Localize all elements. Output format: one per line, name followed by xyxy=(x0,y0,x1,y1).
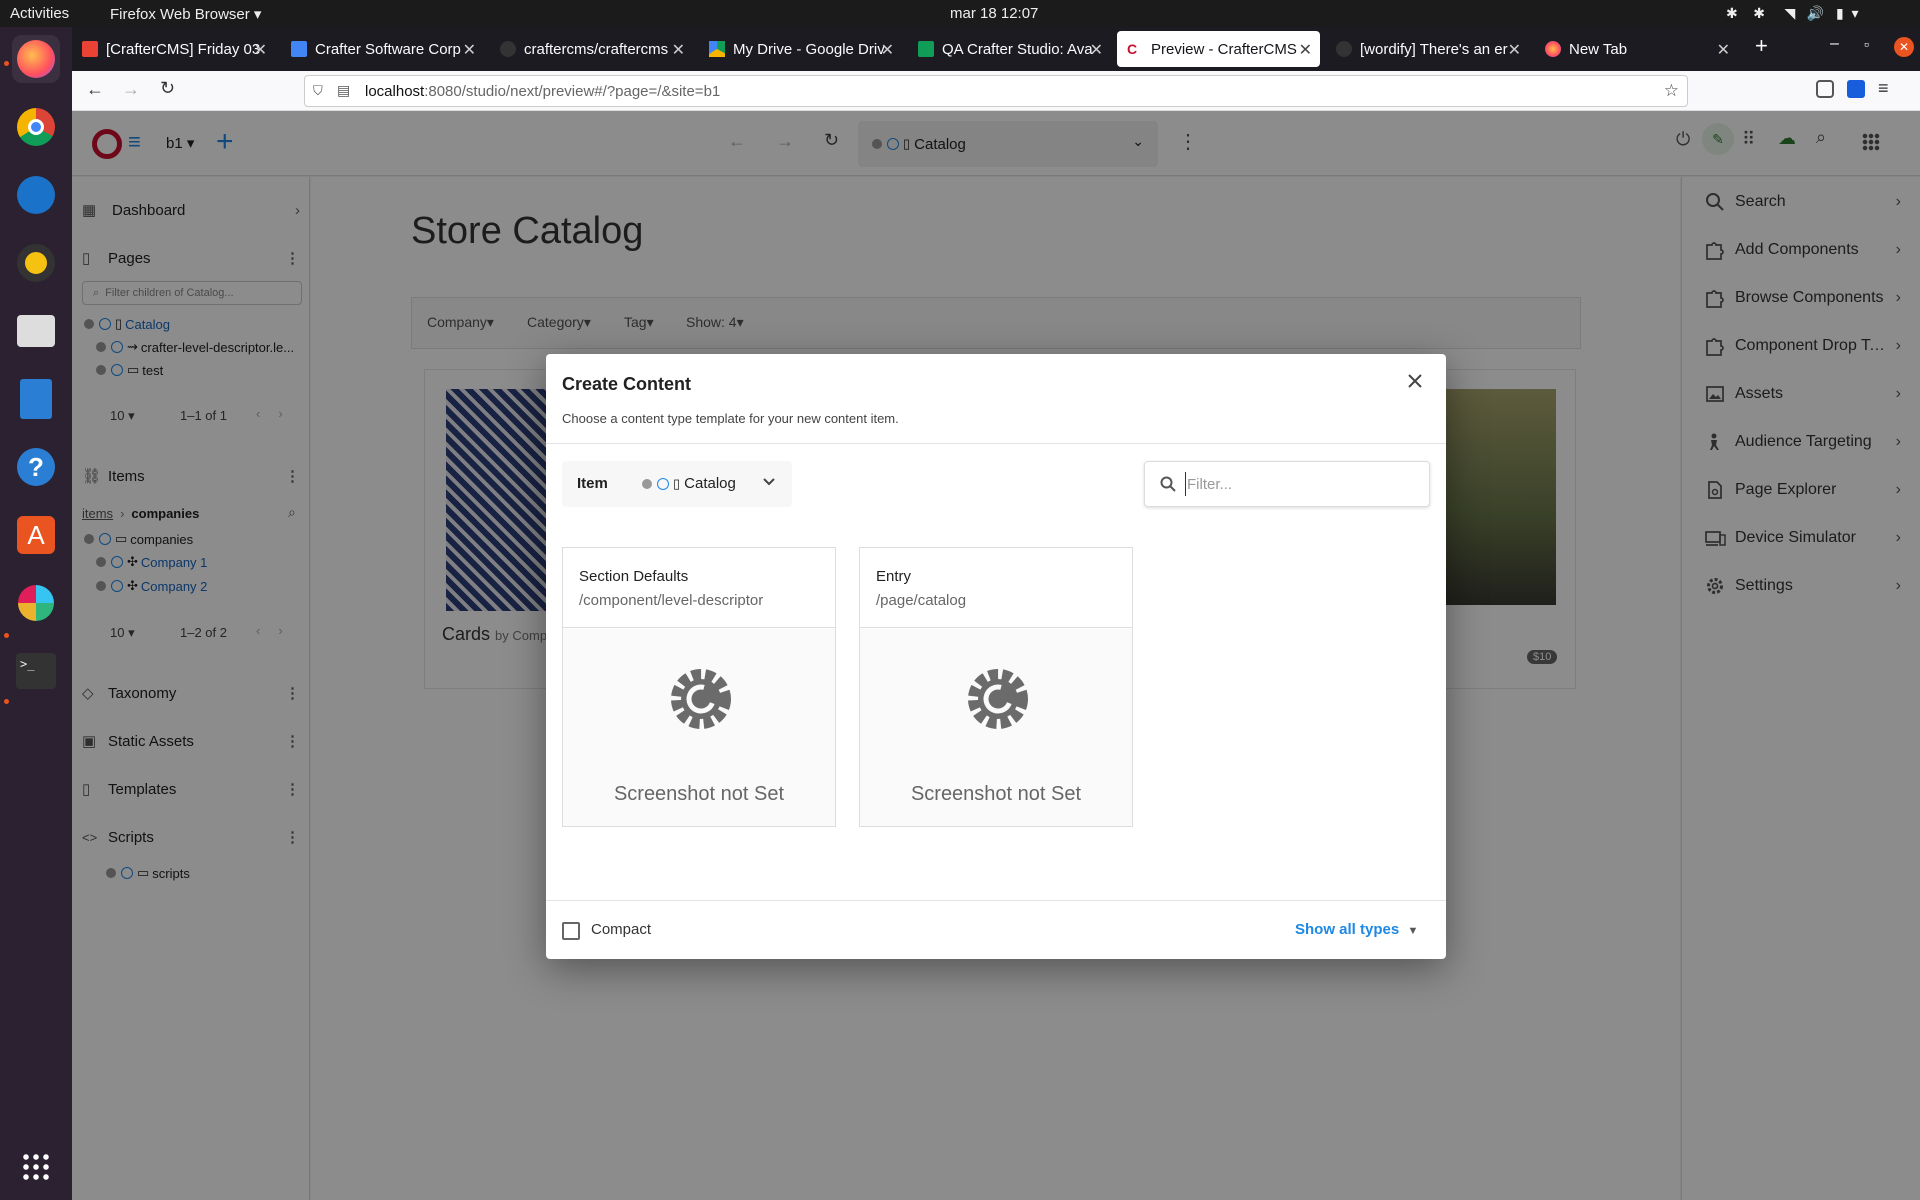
running-indicator xyxy=(4,633,9,638)
card-title: Section Defaults xyxy=(579,568,689,585)
new-tab-button[interactable]: + xyxy=(1755,33,1768,59)
thunderbird-icon[interactable] xyxy=(12,171,60,219)
browser-tab[interactable]: [CrafterCMS] Friday 03 ✕ xyxy=(72,31,275,67)
running-indicator xyxy=(4,699,9,704)
url-text[interactable]: localhost:8080/studio/next/preview#/?pag… xyxy=(365,83,720,100)
chevron-down-icon: ▼ xyxy=(1407,925,1419,937)
rhythmbox-icon[interactable] xyxy=(12,239,60,287)
files-icon[interactable] xyxy=(12,307,60,355)
bookmark-star-icon[interactable]: ☆ xyxy=(1664,81,1679,101)
compact-checkbox[interactable] xyxy=(562,922,580,940)
clock[interactable]: mar 18 12:07 xyxy=(950,5,1038,22)
page-icon: ▯ xyxy=(673,475,681,491)
close-tab-icon[interactable]: ✕ xyxy=(881,40,894,60)
app-menu[interactable]: Firefox Web Browser ▾ xyxy=(110,5,261,23)
show-all-types-button[interactable]: Show all types ▼ xyxy=(1295,921,1418,938)
slack-icon[interactable] xyxy=(12,579,60,627)
content-type-card-section-defaults[interactable]: Section Defaults /component/level-descri… xyxy=(562,547,836,827)
close-tab-icon[interactable]: ✕ xyxy=(672,40,685,60)
item-value: ▯ Catalog xyxy=(642,475,736,492)
pocket-icon[interactable] xyxy=(1816,80,1834,98)
browser-nav-bar: ← → ↻ ⛉ ▤ localhost:8080/studio/next/pre… xyxy=(72,71,1920,111)
status-dot xyxy=(642,478,652,489)
create-content-dialog: Create Content Choose a content type tem… xyxy=(546,354,1446,959)
dialog-title: Create Content xyxy=(562,374,692,394)
craftercms-gear-icon xyxy=(968,669,1028,729)
search-icon xyxy=(1159,475,1177,493)
show-apps-icon[interactable] xyxy=(12,1143,60,1191)
shield-icon[interactable]: ⛉ xyxy=(313,83,323,99)
running-indicator xyxy=(4,61,9,66)
chevron-down-icon[interactable] xyxy=(762,474,776,488)
firefox-icon xyxy=(1545,41,1561,57)
browser-tab[interactable]: Crafter Software Corp ✕ xyxy=(281,31,484,67)
back-button[interactable]: ← xyxy=(86,79,104,100)
url-bar[interactable]: ⛉ ▤ localhost:8080/studio/next/preview#/… xyxy=(304,75,1688,107)
close-icon[interactable] xyxy=(1404,370,1426,392)
menu-icon[interactable]: ≡ xyxy=(1878,78,1889,99)
writer-icon[interactable] xyxy=(12,375,60,423)
close-tab-icon[interactable]: ✕ xyxy=(1299,40,1312,60)
firefox-icon[interactable] xyxy=(12,35,60,83)
browser-tab-active[interactable]: C Preview - CrafterCMS ✕ xyxy=(1117,31,1320,67)
bitwarden-icon[interactable] xyxy=(1847,80,1865,98)
screenshot-not-set-label: Screenshot not Set xyxy=(910,783,1082,805)
close-tab-icon[interactable]: ✕ xyxy=(1090,40,1103,60)
card-path: /component/level-descriptor xyxy=(579,592,764,609)
close-window-button[interactable]: ✕ xyxy=(1894,37,1914,57)
activities-button[interactable]: Activities xyxy=(10,5,69,22)
compact-label: Compact xyxy=(591,921,652,938)
craftercms-gear-icon xyxy=(671,669,731,729)
card-header: Section Defaults /component/level-descri… xyxy=(563,548,835,628)
terminal-icon[interactable]: >_ xyxy=(12,647,60,695)
help-icon[interactable]: ? xyxy=(12,443,60,491)
text-cursor xyxy=(1185,472,1186,496)
software-center-icon[interactable]: A xyxy=(12,511,60,559)
close-tab-icon[interactable]: ✕ xyxy=(1508,40,1521,60)
dialog-subtitle: Choose a content type template for your … xyxy=(562,411,899,426)
google-drive-icon xyxy=(709,41,725,57)
close-tab-icon[interactable]: ✕ xyxy=(463,40,476,60)
craftercms-icon: C xyxy=(1127,41,1138,57)
card-title: Entry xyxy=(876,568,912,585)
calendar-icon xyxy=(291,41,307,57)
divider xyxy=(546,900,1446,901)
github-icon xyxy=(500,41,516,57)
close-tab-icon[interactable]: ✕ xyxy=(1717,40,1730,60)
content-type-card-entry[interactable]: Entry /page/catalog Screenshot not Set xyxy=(859,547,1133,827)
filter-input[interactable]: Filter... xyxy=(1144,461,1430,507)
card-header: Entry /page/catalog xyxy=(860,548,1132,628)
close-tab-icon[interactable]: ✕ xyxy=(254,40,267,60)
gmail-icon xyxy=(82,41,98,57)
system-top-bar: Activities Firefox Web Browser ▾ mar 18 … xyxy=(0,0,1920,27)
item-selector[interactable]: Item ▯ Catalog xyxy=(562,461,792,507)
chrome-icon[interactable] xyxy=(12,103,60,151)
browser-tab[interactable]: craftercms/craftercms ✕ xyxy=(490,31,693,67)
minimize-button[interactable]: – xyxy=(1830,35,1839,53)
info-icon xyxy=(657,477,669,490)
browser-tab[interactable]: [wordify] There's an er ✕ xyxy=(1326,31,1529,67)
divider xyxy=(546,443,1446,444)
maximize-button[interactable]: ▫ xyxy=(1864,36,1869,52)
page-info-icon[interactable]: ▤ xyxy=(337,82,350,99)
dock: ? A >_ xyxy=(0,27,72,1200)
browser-tab-strip: [CrafterCMS] Friday 03 ✕ Crafter Software… xyxy=(72,27,1920,71)
browser-tab[interactable]: New Tab ✕ xyxy=(1535,31,1738,67)
browser-tab[interactable]: My Drive - Google Driv ✕ xyxy=(699,31,902,67)
forward-button[interactable]: → xyxy=(122,79,140,100)
browser-tab[interactable]: QA Crafter Studio: Ava ✕ xyxy=(908,31,1111,67)
reload-button[interactable]: ↻ xyxy=(160,78,175,99)
github-icon xyxy=(1336,41,1352,57)
screenshot-not-set-label: Screenshot not Set xyxy=(613,783,785,805)
item-label: Item xyxy=(577,475,608,492)
tray-icons[interactable]: ✱ ✱ ◥ 🔊 ▮ ▾ xyxy=(1726,5,1859,22)
sheets-icon xyxy=(918,41,934,57)
filter-placeholder: Filter... xyxy=(1187,476,1233,493)
card-path: /page/catalog xyxy=(876,592,967,609)
